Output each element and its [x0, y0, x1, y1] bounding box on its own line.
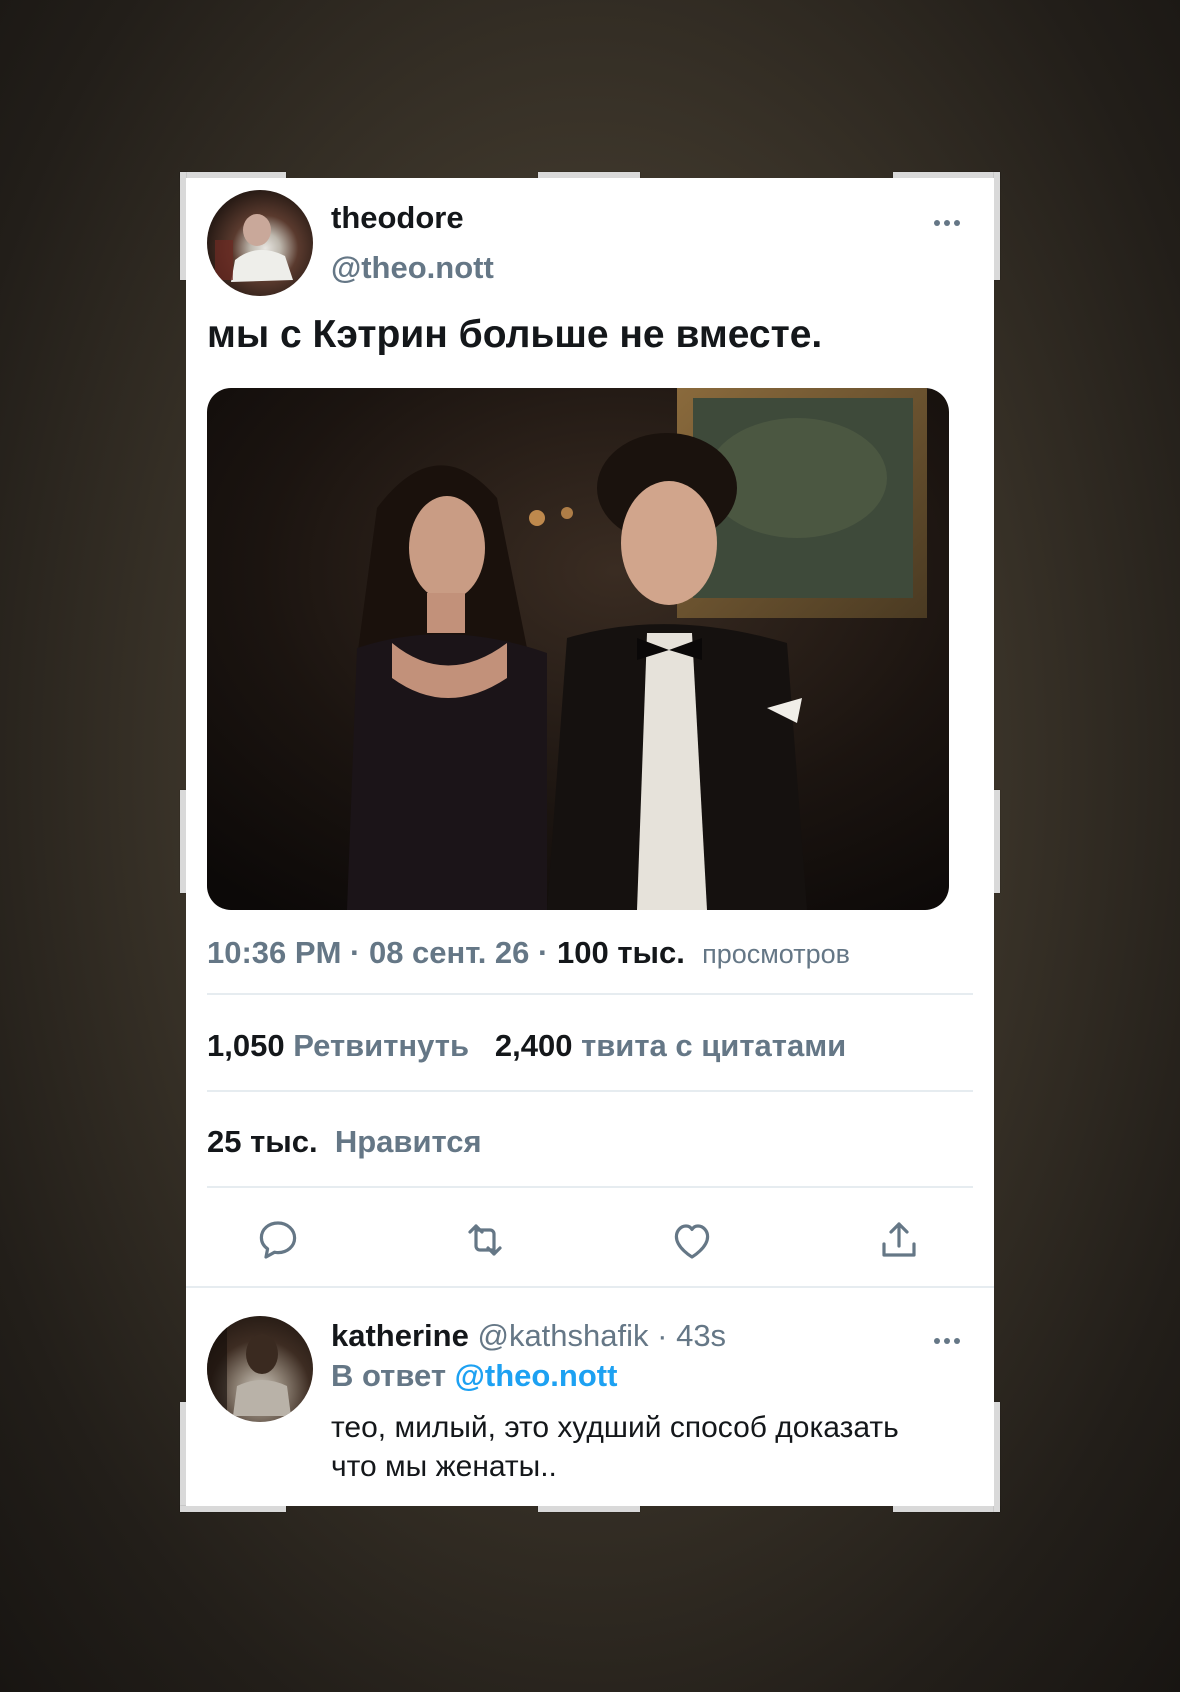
- reply-header: katherine @kathshafik · 43s: [331, 1318, 726, 1354]
- tweet-meta: 10:36 PM · 08 сент. 26 · 100 тыс. просмо…: [207, 935, 850, 971]
- more-horizontal-icon: [934, 1338, 960, 1344]
- likes-count: 25 тыс.: [207, 1124, 318, 1159]
- reply-avatar-photo: [207, 1316, 291, 1422]
- reply-mention-link[interactable]: @theo.nott: [455, 1358, 618, 1393]
- reply-prefix: В ответ: [331, 1358, 447, 1393]
- author-name[interactable]: theodore: [331, 200, 464, 236]
- more-horizontal-icon: [934, 220, 960, 226]
- retweet-icon: [468, 1224, 502, 1256]
- divider: [207, 993, 973, 995]
- likes-stat[interactable]: 25 тыс. Нравится: [207, 1124, 482, 1160]
- share-icon: [882, 1222, 916, 1257]
- reply-time[interactable]: · 43s: [657, 1318, 726, 1353]
- divider: [186, 1286, 994, 1288]
- tweet-photo[interactable]: [207, 388, 949, 910]
- more-horizontal-icon[interactable]: [932, 208, 962, 234]
- author-handle[interactable]: @theo.nott: [331, 250, 494, 286]
- avatar-photo: [215, 214, 293, 282]
- frame-corner: [538, 1506, 640, 1512]
- retweets-label: Ретвитнуть: [293, 1028, 470, 1063]
- frame-corner: [994, 790, 1000, 893]
- retweet-quote-stats: 1,050 Ретвитнуть 2,400 твита с цитатами: [207, 1028, 846, 1064]
- reply-text: тео, милый, это худший способ доказать ч…: [331, 1411, 899, 1483]
- frame-corner: [180, 1506, 286, 1512]
- views-count: 100 тыс.: [556, 935, 685, 970]
- tweet-card: theodore @theo.nott мы с Кэтрин больше н…: [186, 178, 994, 1506]
- quotes-label: твита с цитатами: [581, 1028, 847, 1063]
- share-button[interactable]: [875, 1216, 923, 1264]
- divider: [207, 1186, 973, 1188]
- avatar[interactable]: [207, 190, 313, 296]
- reply-author-handle[interactable]: @kathshafik: [477, 1318, 648, 1353]
- quotes-count: 2,400: [494, 1028, 573, 1063]
- like-button[interactable]: [668, 1216, 716, 1264]
- retweets-count: 1,050: [207, 1028, 285, 1063]
- reply-avatar[interactable]: [207, 1316, 313, 1422]
- divider: [207, 1090, 973, 1092]
- retweet-button[interactable]: [461, 1216, 509, 1264]
- separator: ·: [529, 935, 557, 970]
- tweet-photo-image: [207, 388, 949, 910]
- likes-label: Нравится: [334, 1124, 482, 1159]
- reply-more-button[interactable]: [932, 1326, 962, 1352]
- reply-button[interactable]: [254, 1216, 302, 1264]
- retweets-stat[interactable]: 1,050 Ретвитнуть: [207, 1028, 469, 1063]
- frame-corner: [893, 1506, 1000, 1512]
- frame-corner: [994, 1402, 1000, 1512]
- frame-corner: [994, 172, 1000, 280]
- quotes-stat[interactable]: 2,400 твита с цитатами: [495, 1028, 846, 1063]
- reply-icon: [259, 1221, 297, 1259]
- reply-author-name[interactable]: katherine: [331, 1318, 469, 1353]
- views-label: просмотров: [702, 939, 850, 969]
- replying-to: В ответ @theo.nott: [331, 1358, 617, 1394]
- tweet-text: мы с Кэтрин больше не вместе.: [207, 313, 823, 356]
- like-icon: [674, 1224, 710, 1259]
- tweet-timestamp[interactable]: 10:36 PM · 08 сент. 26: [207, 935, 529, 970]
